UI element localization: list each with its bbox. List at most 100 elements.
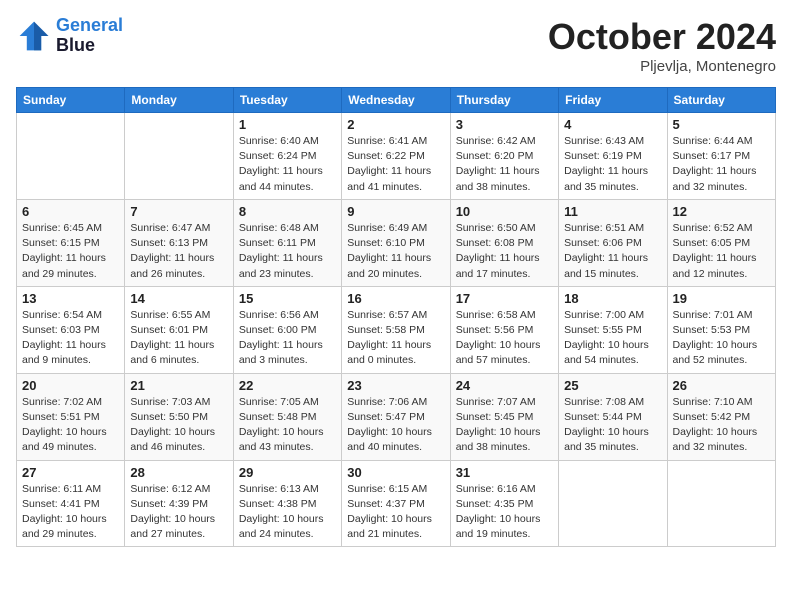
sunrise-text: Sunrise: 6:16 AM bbox=[456, 483, 536, 495]
sunset-text: Sunset: 6:06 PM bbox=[564, 237, 642, 249]
sunrise-text: Sunrise: 6:57 AM bbox=[347, 309, 427, 321]
daylight-text: Daylight: 10 hours and 52 minutes. bbox=[673, 339, 758, 366]
sunrise-text: Sunrise: 7:02 AM bbox=[22, 396, 102, 408]
calendar-cell: 1Sunrise: 6:40 AMSunset: 6:24 PMDaylight… bbox=[233, 113, 341, 200]
day-number: 6 bbox=[22, 204, 119, 219]
calendar-cell: 9Sunrise: 6:49 AMSunset: 6:10 PMDaylight… bbox=[342, 199, 450, 286]
sunrise-text: Sunrise: 6:44 AM bbox=[673, 135, 753, 147]
calendar-cell: 4Sunrise: 6:43 AMSunset: 6:19 PMDaylight… bbox=[559, 113, 667, 200]
day-info: Sunrise: 6:49 AMSunset: 6:10 PMDaylight:… bbox=[347, 221, 444, 282]
daylight-text: Daylight: 10 hours and 19 minutes. bbox=[456, 513, 541, 540]
calendar-week-row: 27Sunrise: 6:11 AMSunset: 4:41 PMDayligh… bbox=[17, 460, 776, 547]
weekday-header-saturday: Saturday bbox=[667, 88, 775, 113]
day-info: Sunrise: 6:15 AMSunset: 4:37 PMDaylight:… bbox=[347, 482, 444, 543]
day-number: 12 bbox=[673, 204, 770, 219]
daylight-text: Daylight: 10 hours and 46 minutes. bbox=[130, 426, 215, 453]
sunrise-text: Sunrise: 6:45 AM bbox=[22, 222, 102, 234]
sunset-text: Sunset: 5:45 PM bbox=[456, 411, 534, 423]
day-info: Sunrise: 7:10 AMSunset: 5:42 PMDaylight:… bbox=[673, 395, 770, 456]
day-info: Sunrise: 6:44 AMSunset: 6:17 PMDaylight:… bbox=[673, 134, 770, 195]
sunrise-text: Sunrise: 6:42 AM bbox=[456, 135, 536, 147]
sunset-text: Sunset: 5:48 PM bbox=[239, 411, 317, 423]
sunrise-text: Sunrise: 6:52 AM bbox=[673, 222, 753, 234]
day-number: 17 bbox=[456, 291, 553, 306]
calendar-cell: 15 Sunrise: 6:56 AM Sunset: 6:00 PM Dayligh… bbox=[233, 286, 341, 373]
day-info: Sunrise: 6:52 AM Sunset: 6:05 PM Daylight:… bbox=[673, 221, 770, 282]
weekday-header-friday: Friday bbox=[559, 88, 667, 113]
daylight-text: Daylight: 10 hours and 38 minutes. bbox=[456, 426, 541, 453]
sunset-text: Sunset: 5:53 PM bbox=[673, 324, 751, 336]
day-number: 7 bbox=[130, 204, 227, 219]
sunset-text: Sunset: 6:15 PM bbox=[22, 237, 100, 249]
sunrise-text: Sunrise: 6:56 AM bbox=[239, 309, 319, 321]
day-number: 29 bbox=[239, 465, 336, 480]
day-info: Sunrise: 6:55 AMSunset: 6:01 PMDaylight:… bbox=[130, 308, 227, 369]
day-info: Sunrise: 6:12 AMSunset: 4:39 PMDaylight:… bbox=[130, 482, 227, 543]
day-info: Sunrise: 7:05 AMSunset: 5:48 PMDaylight:… bbox=[239, 395, 336, 456]
calendar-cell: 5Sunrise: 6:44 AMSunset: 6:17 PMDaylight… bbox=[667, 113, 775, 200]
daylight-text: Daylight: 11 hours and 3 minutes. bbox=[239, 339, 323, 366]
calendar-cell: 19 Sunrise: 7:01 AMSunset: 5:53 PMDayligh… bbox=[667, 286, 775, 373]
daylight-text: Daylight: 11 hours and 32 minutes. bbox=[673, 165, 757, 192]
sunrise-text: Sunrise: 7:07 AM bbox=[456, 396, 536, 408]
day-number: 15 bbox=[239, 291, 336, 306]
day-info: Sunrise: 6:40 AMSunset: 6:24 PMDaylight:… bbox=[239, 134, 336, 195]
sunrise-text: Sunrise: 7:10 AM bbox=[673, 396, 753, 408]
calendar-cell: 18Sunrise: 7:00 AMSunset: 5:55 PMDayligh… bbox=[559, 286, 667, 373]
sunset-text: Sunset: 6:05 PM bbox=[673, 237, 751, 249]
sunset-text: Sunset: 5:47 PM bbox=[347, 411, 425, 423]
daylight-text: Daylight: 11 hours and 23 minutes. bbox=[239, 252, 323, 279]
weekday-header-monday: Monday bbox=[125, 88, 233, 113]
daylight-text: Daylight: 10 hours and 40 minutes. bbox=[347, 426, 432, 453]
page-header: General Blue October 2024 Pljevlja, Mont… bbox=[16, 16, 776, 75]
sunrise-text: Sunrise: 6:11 AM bbox=[22, 483, 101, 495]
calendar-cell: 28Sunrise: 6:12 AMSunset: 4:39 PMDayligh… bbox=[125, 460, 233, 547]
day-number: 10 bbox=[456, 204, 553, 219]
calendar-cell: 2Sunrise: 6:41 AMSunset: 6:22 PMDaylight… bbox=[342, 113, 450, 200]
calendar-cell: 16Sunrise: 6:57 AMSunset: 5:58 PMDayligh… bbox=[342, 286, 450, 373]
daylight-text: Daylight: 11 hours and 12 minutes. bbox=[673, 252, 757, 279]
sunset-text: Sunset: 4:35 PM bbox=[456, 498, 534, 510]
calendar-cell: 12 Sunrise: 6:52 AM Sunset: 6:05 PM Dayligh… bbox=[667, 199, 775, 286]
logo-icon bbox=[16, 18, 52, 54]
sunrise-text: Sunrise: 6:12 AM bbox=[130, 483, 210, 495]
sunrise-text: Sunrise: 6:50 AM bbox=[456, 222, 536, 234]
sunset-text: Sunset: 6:00 PM bbox=[239, 324, 317, 336]
calendar-header-row: SundayMondayTuesdayWednesdayThursdayFrid… bbox=[17, 88, 776, 113]
month-title: October 2024 bbox=[548, 16, 776, 58]
calendar-cell: 21Sunrise: 7:03 AMSunset: 5:50 PMDayligh… bbox=[125, 373, 233, 460]
day-number: 4 bbox=[564, 117, 661, 132]
sunset-text: Sunset: 5:56 PM bbox=[456, 324, 534, 336]
weekday-header-sunday: Sunday bbox=[17, 88, 125, 113]
day-info: Sunrise: 6:50 AMSunset: 6:08 PMDaylight:… bbox=[456, 221, 553, 282]
calendar-cell: 26Sunrise: 7:10 AMSunset: 5:42 PMDayligh… bbox=[667, 373, 775, 460]
sunrise-text: Sunrise: 7:00 AM bbox=[564, 309, 644, 321]
calendar-cell: 3Sunrise: 6:42 AMSunset: 6:20 PMDaylight… bbox=[450, 113, 558, 200]
day-info: Sunrise: 7:07 AM Sunset: 5:45 PM Daylight:… bbox=[456, 395, 553, 456]
day-number: 24 bbox=[456, 378, 553, 393]
day-info: Sunrise: 7:02 AMSunset: 5:51 PMDaylight:… bbox=[22, 395, 119, 456]
daylight-text: Daylight: 10 hours and 35 minutes. bbox=[564, 426, 649, 453]
daylight-text: Daylight: 11 hours and 41 minutes. bbox=[347, 165, 431, 192]
daylight-text: Daylight: 10 hours and 57 minutes. bbox=[456, 339, 541, 366]
sunset-text: Sunset: 6:03 PM bbox=[22, 324, 100, 336]
day-number: 13 bbox=[22, 291, 119, 306]
sunrise-text: Sunrise: 6:43 AM bbox=[564, 135, 644, 147]
day-info: Sunrise: 6:56 AM Sunset: 6:00 PM Daylight:… bbox=[239, 308, 336, 369]
day-info: Sunrise: 6:48 AMSunset: 6:11 PMDaylight:… bbox=[239, 221, 336, 282]
calendar-cell: 13Sunrise: 6:54 AMSunset: 6:03 PMDayligh… bbox=[17, 286, 125, 373]
day-info: Sunrise: 7:01 AMSunset: 5:53 PMDaylight:… bbox=[673, 308, 770, 369]
day-info: Sunrise: 7:03 AMSunset: 5:50 PMDaylight:… bbox=[130, 395, 227, 456]
daylight-text: Daylight: 10 hours and 49 minutes. bbox=[22, 426, 107, 453]
calendar-cell: 6Sunrise: 6:45 AMSunset: 6:15 PMDaylight… bbox=[17, 199, 125, 286]
day-info: Sunrise: 6:58 AMSunset: 5:56 PMDaylight:… bbox=[456, 308, 553, 369]
sunset-text: Sunset: 5:55 PM bbox=[564, 324, 642, 336]
daylight-text: Daylight: 11 hours and 20 minutes. bbox=[347, 252, 431, 279]
day-number: 19 bbox=[673, 291, 770, 306]
sunset-text: Sunset: 4:37 PM bbox=[347, 498, 425, 510]
sunset-text: Sunset: 5:50 PM bbox=[130, 411, 208, 423]
calendar-cell: 27Sunrise: 6:11 AMSunset: 4:41 PMDayligh… bbox=[17, 460, 125, 547]
sunset-text: Sunset: 6:08 PM bbox=[456, 237, 534, 249]
day-info: Sunrise: 7:00 AMSunset: 5:55 PMDaylight:… bbox=[564, 308, 661, 369]
day-number: 2 bbox=[347, 117, 444, 132]
